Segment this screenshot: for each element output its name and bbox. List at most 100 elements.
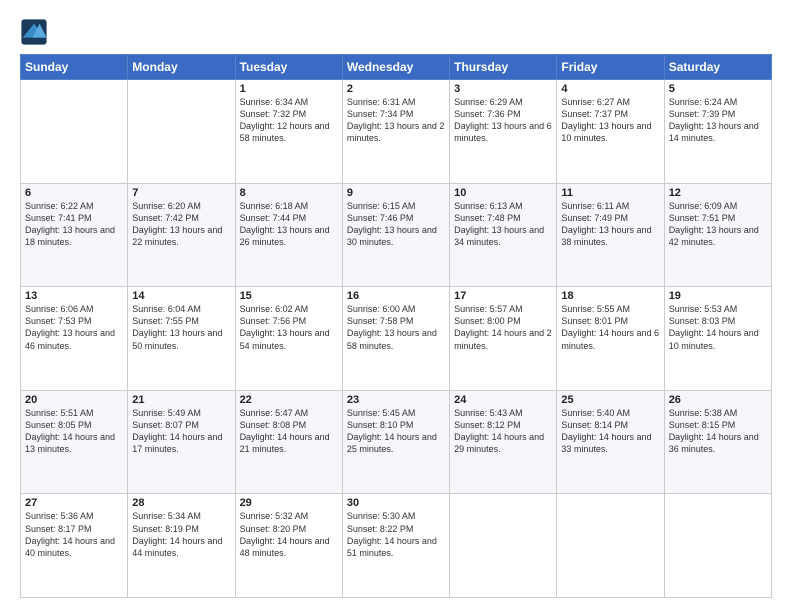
day-number: 22 — [240, 394, 338, 406]
calendar-cell: 7Sunrise: 6:20 AM Sunset: 7:42 PM Daylig… — [128, 183, 235, 287]
day-info: Sunrise: 5:53 AM Sunset: 8:03 PM Dayligh… — [669, 303, 767, 352]
col-header-saturday: Saturday — [664, 55, 771, 80]
day-number: 15 — [240, 290, 338, 302]
day-info: Sunrise: 6:22 AM Sunset: 7:41 PM Dayligh… — [25, 200, 123, 249]
col-header-sunday: Sunday — [21, 55, 128, 80]
day-number: 5 — [669, 83, 767, 95]
calendar-header-row: SundayMondayTuesdayWednesdayThursdayFrid… — [21, 55, 772, 80]
day-info: Sunrise: 5:38 AM Sunset: 8:15 PM Dayligh… — [669, 407, 767, 456]
day-number: 12 — [669, 187, 767, 199]
day-number: 7 — [132, 187, 230, 199]
col-header-monday: Monday — [128, 55, 235, 80]
calendar-cell: 20Sunrise: 5:51 AM Sunset: 8:05 PM Dayli… — [21, 390, 128, 494]
day-info: Sunrise: 6:27 AM Sunset: 7:37 PM Dayligh… — [561, 96, 659, 145]
day-number: 16 — [347, 290, 445, 302]
day-number: 10 — [454, 187, 552, 199]
calendar-cell: 1Sunrise: 6:34 AM Sunset: 7:32 PM Daylig… — [235, 80, 342, 184]
day-number: 6 — [25, 187, 123, 199]
calendar-cell: 15Sunrise: 6:02 AM Sunset: 7:56 PM Dayli… — [235, 287, 342, 391]
calendar-cell: 10Sunrise: 6:13 AM Sunset: 7:48 PM Dayli… — [450, 183, 557, 287]
week-row-3: 13Sunrise: 6:06 AM Sunset: 7:53 PM Dayli… — [21, 287, 772, 391]
calendar-cell: 13Sunrise: 6:06 AM Sunset: 7:53 PM Dayli… — [21, 287, 128, 391]
day-info: Sunrise: 6:34 AM Sunset: 7:32 PM Dayligh… — [240, 96, 338, 145]
day-info: Sunrise: 6:18 AM Sunset: 7:44 PM Dayligh… — [240, 200, 338, 249]
day-number: 11 — [561, 187, 659, 199]
calendar-cell: 9Sunrise: 6:15 AM Sunset: 7:46 PM Daylig… — [342, 183, 449, 287]
day-info: Sunrise: 6:13 AM Sunset: 7:48 PM Dayligh… — [454, 200, 552, 249]
day-info: Sunrise: 6:11 AM Sunset: 7:49 PM Dayligh… — [561, 200, 659, 249]
day-number: 29 — [240, 497, 338, 509]
calendar-cell: 3Sunrise: 6:29 AM Sunset: 7:36 PM Daylig… — [450, 80, 557, 184]
calendar-cell: 21Sunrise: 5:49 AM Sunset: 8:07 PM Dayli… — [128, 390, 235, 494]
calendar-cell: 16Sunrise: 6:00 AM Sunset: 7:58 PM Dayli… — [342, 287, 449, 391]
day-number: 18 — [561, 290, 659, 302]
calendar-cell — [664, 494, 771, 598]
day-info: Sunrise: 5:47 AM Sunset: 8:08 PM Dayligh… — [240, 407, 338, 456]
calendar-cell: 23Sunrise: 5:45 AM Sunset: 8:10 PM Dayli… — [342, 390, 449, 494]
calendar-cell: 29Sunrise: 5:32 AM Sunset: 8:20 PM Dayli… — [235, 494, 342, 598]
day-number: 9 — [347, 187, 445, 199]
week-row-1: 1Sunrise: 6:34 AM Sunset: 7:32 PM Daylig… — [21, 80, 772, 184]
day-info: Sunrise: 5:55 AM Sunset: 8:01 PM Dayligh… — [561, 303, 659, 352]
calendar-cell: 26Sunrise: 5:38 AM Sunset: 8:15 PM Dayli… — [664, 390, 771, 494]
calendar-cell: 2Sunrise: 6:31 AM Sunset: 7:34 PM Daylig… — [342, 80, 449, 184]
calendar-cell: 8Sunrise: 6:18 AM Sunset: 7:44 PM Daylig… — [235, 183, 342, 287]
day-number: 14 — [132, 290, 230, 302]
day-number: 30 — [347, 497, 445, 509]
col-header-wednesday: Wednesday — [342, 55, 449, 80]
day-info: Sunrise: 6:20 AM Sunset: 7:42 PM Dayligh… — [132, 200, 230, 249]
day-info: Sunrise: 5:49 AM Sunset: 8:07 PM Dayligh… — [132, 407, 230, 456]
day-number: 23 — [347, 394, 445, 406]
day-info: Sunrise: 6:29 AM Sunset: 7:36 PM Dayligh… — [454, 96, 552, 145]
day-number: 13 — [25, 290, 123, 302]
col-header-friday: Friday — [557, 55, 664, 80]
calendar-cell — [128, 80, 235, 184]
header — [20, 18, 772, 46]
day-number: 21 — [132, 394, 230, 406]
calendar-cell: 19Sunrise: 5:53 AM Sunset: 8:03 PM Dayli… — [664, 287, 771, 391]
day-number: 2 — [347, 83, 445, 95]
day-number: 27 — [25, 497, 123, 509]
day-number: 8 — [240, 187, 338, 199]
week-row-4: 20Sunrise: 5:51 AM Sunset: 8:05 PM Dayli… — [21, 390, 772, 494]
calendar-cell: 14Sunrise: 6:04 AM Sunset: 7:55 PM Dayli… — [128, 287, 235, 391]
day-info: Sunrise: 5:34 AM Sunset: 8:19 PM Dayligh… — [132, 510, 230, 559]
calendar-cell: 4Sunrise: 6:27 AM Sunset: 7:37 PM Daylig… — [557, 80, 664, 184]
week-row-2: 6Sunrise: 6:22 AM Sunset: 7:41 PM Daylig… — [21, 183, 772, 287]
day-info: Sunrise: 5:45 AM Sunset: 8:10 PM Dayligh… — [347, 407, 445, 456]
day-number: 20 — [25, 394, 123, 406]
calendar-cell: 25Sunrise: 5:40 AM Sunset: 8:14 PM Dayli… — [557, 390, 664, 494]
calendar-cell: 30Sunrise: 5:30 AM Sunset: 8:22 PM Dayli… — [342, 494, 449, 598]
calendar-cell — [21, 80, 128, 184]
calendar-cell — [557, 494, 664, 598]
day-number: 19 — [669, 290, 767, 302]
day-number: 25 — [561, 394, 659, 406]
calendar-cell: 5Sunrise: 6:24 AM Sunset: 7:39 PM Daylig… — [664, 80, 771, 184]
col-header-tuesday: Tuesday — [235, 55, 342, 80]
day-number: 24 — [454, 394, 552, 406]
calendar-cell — [450, 494, 557, 598]
calendar: SundayMondayTuesdayWednesdayThursdayFrid… — [20, 54, 772, 598]
day-info: Sunrise: 6:09 AM Sunset: 7:51 PM Dayligh… — [669, 200, 767, 249]
day-number: 3 — [454, 83, 552, 95]
day-number: 1 — [240, 83, 338, 95]
calendar-cell: 17Sunrise: 5:57 AM Sunset: 8:00 PM Dayli… — [450, 287, 557, 391]
day-number: 28 — [132, 497, 230, 509]
day-number: 17 — [454, 290, 552, 302]
calendar-cell: 24Sunrise: 5:43 AM Sunset: 8:12 PM Dayli… — [450, 390, 557, 494]
calendar-cell: 11Sunrise: 6:11 AM Sunset: 7:49 PM Dayli… — [557, 183, 664, 287]
day-info: Sunrise: 6:06 AM Sunset: 7:53 PM Dayligh… — [25, 303, 123, 352]
calendar-cell: 18Sunrise: 5:55 AM Sunset: 8:01 PM Dayli… — [557, 287, 664, 391]
day-info: Sunrise: 6:15 AM Sunset: 7:46 PM Dayligh… — [347, 200, 445, 249]
logo — [20, 18, 50, 46]
day-info: Sunrise: 5:30 AM Sunset: 8:22 PM Dayligh… — [347, 510, 445, 559]
day-info: Sunrise: 6:00 AM Sunset: 7:58 PM Dayligh… — [347, 303, 445, 352]
day-info: Sunrise: 5:32 AM Sunset: 8:20 PM Dayligh… — [240, 510, 338, 559]
day-info: Sunrise: 6:31 AM Sunset: 7:34 PM Dayligh… — [347, 96, 445, 145]
day-info: Sunrise: 5:43 AM Sunset: 8:12 PM Dayligh… — [454, 407, 552, 456]
day-info: Sunrise: 5:51 AM Sunset: 8:05 PM Dayligh… — [25, 407, 123, 456]
calendar-cell: 6Sunrise: 6:22 AM Sunset: 7:41 PM Daylig… — [21, 183, 128, 287]
week-row-5: 27Sunrise: 5:36 AM Sunset: 8:17 PM Dayli… — [21, 494, 772, 598]
col-header-thursday: Thursday — [450, 55, 557, 80]
day-info: Sunrise: 5:40 AM Sunset: 8:14 PM Dayligh… — [561, 407, 659, 456]
